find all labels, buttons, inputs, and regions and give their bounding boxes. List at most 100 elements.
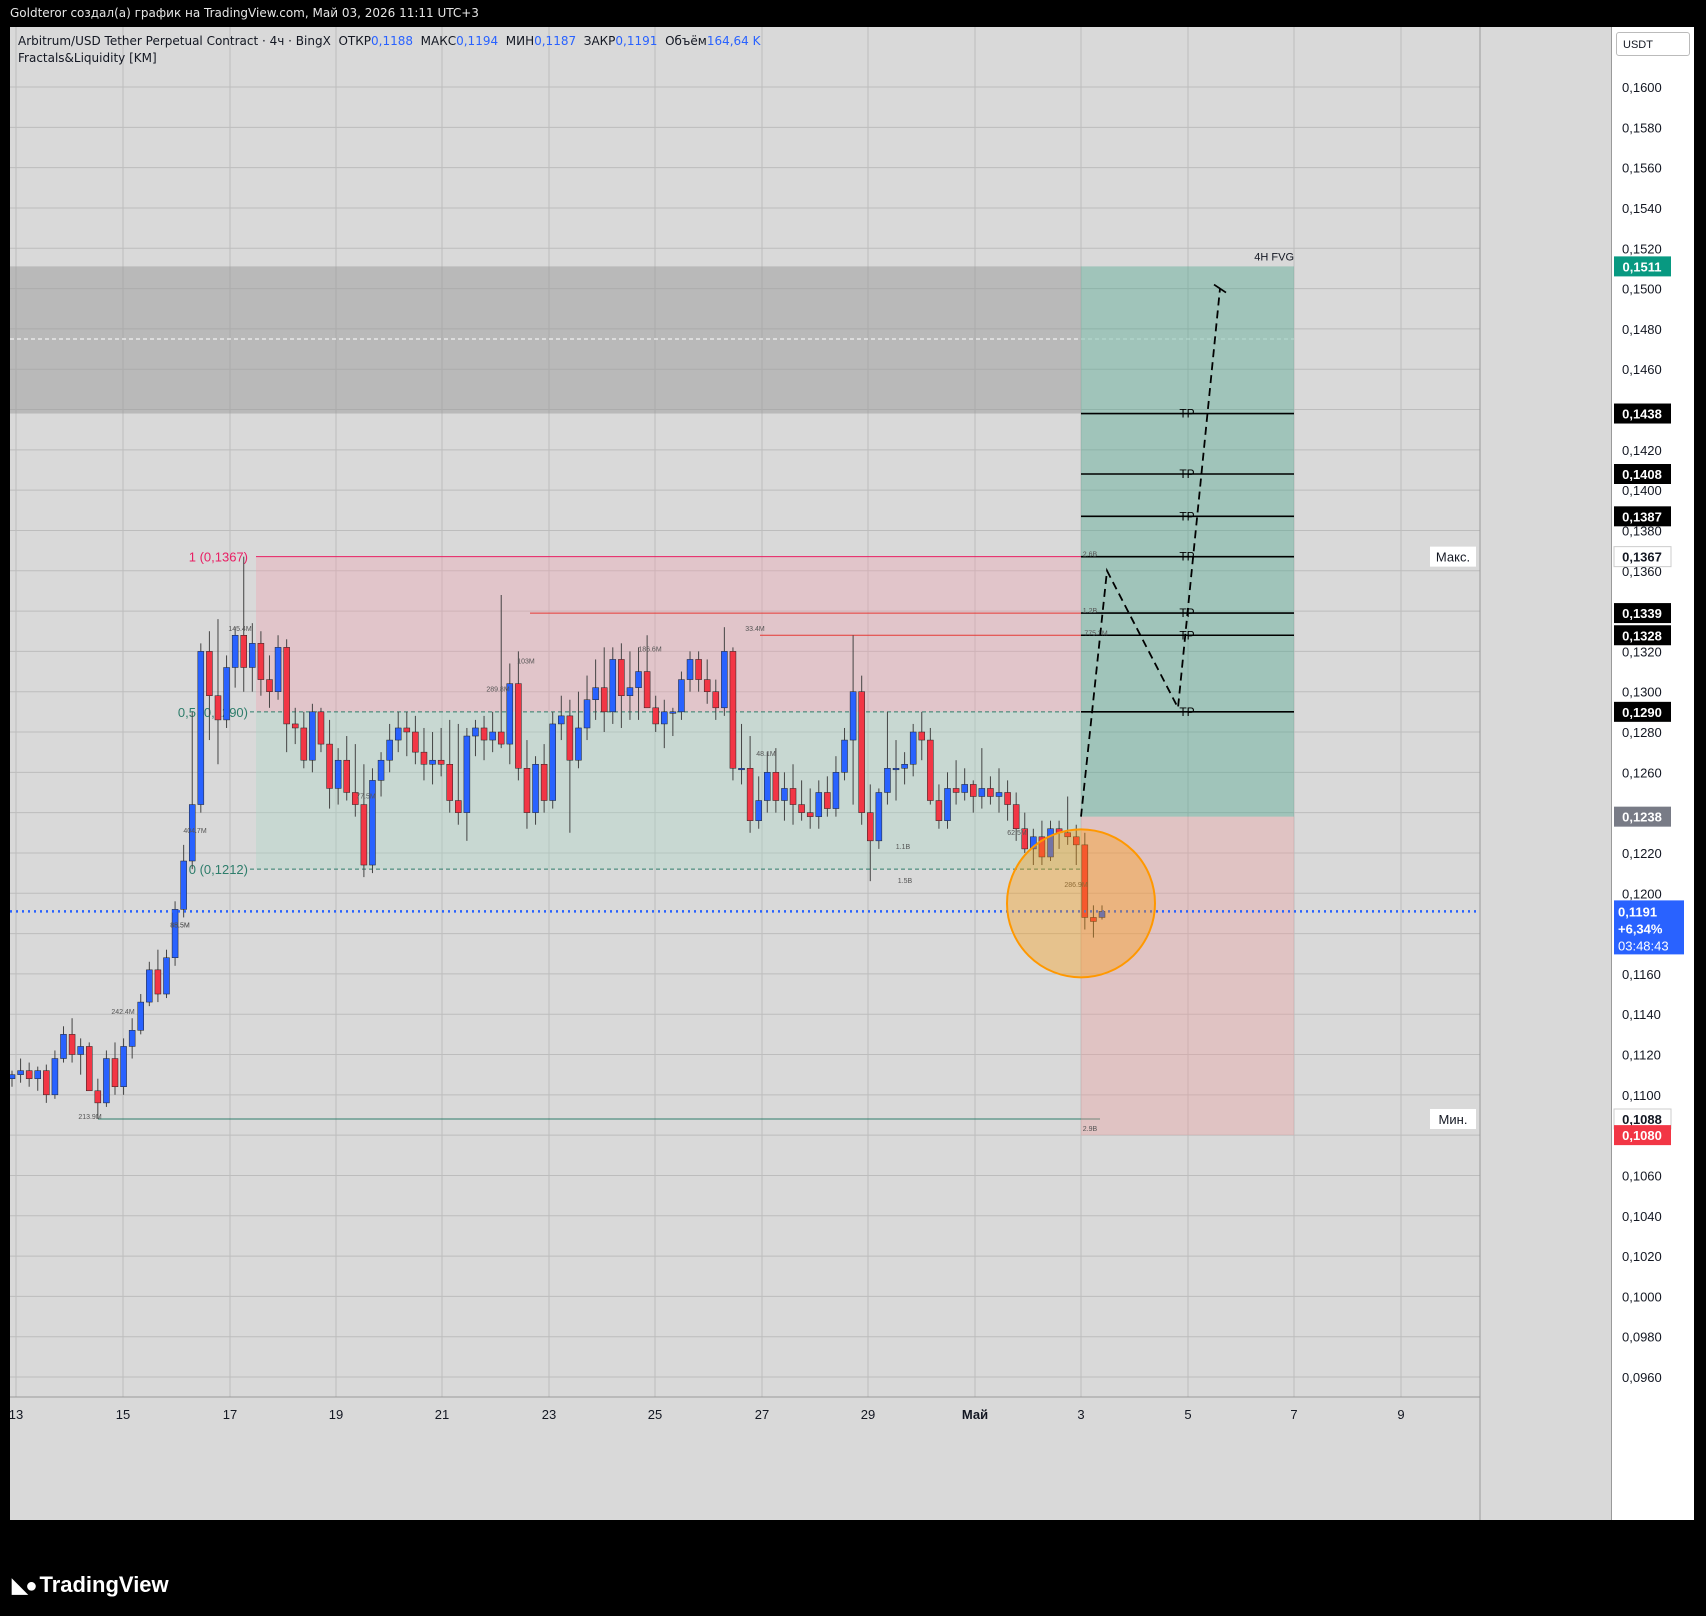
highlight-circle [1006,828,1156,979]
tradingview-logo-text: TradingView [39,1572,169,1597]
time-tick-label: 21 [435,1407,449,1422]
candle-body [317,711,325,745]
fib-label: 0 (0,1212) [189,862,248,877]
price-axis[interactable]: 0,1600 0,1580 0,1560 0,1540 0,1520 0,1500 0,14… [1611,27,1694,1520]
candle-body [360,804,368,866]
price-tick-label: 0,1400 [1622,483,1662,498]
candle-body [94,1090,102,1104]
candle-body [815,792,823,817]
tradingview-logo[interactable]: ◣● TradingView [12,1572,169,1598]
candle-body [51,1058,59,1096]
candle-body [463,735,471,813]
price-tick-label: 0,1480 [1622,322,1662,337]
low-label: МИН [505,34,535,48]
candle-body [446,764,453,801]
price-tick-label: 0,1460 [1622,362,1662,377]
volume-label: 242.4M [111,1009,135,1016]
candle-body [626,687,634,696]
volume-label: 404.7M [183,828,207,835]
price-tag-label: 0,1408 [1622,467,1662,482]
price-tick-label: 0,1020 [1622,1249,1662,1264]
price-tick-label: 0,1520 [1622,241,1662,256]
volume-label: 2.6B [1083,552,1098,559]
candle-body [918,731,926,741]
chart-caption: Goldteror создал(а) график на TradingVie… [10,6,479,20]
candle-body [154,969,162,995]
candle-body [824,792,831,809]
candle-body [867,812,874,842]
indicator-name[interactable]: Fractals&Liquidity [KM] [18,51,157,65]
candle-body [197,651,205,805]
candle-body [472,727,479,737]
time-tick-label: 13 [10,1407,23,1422]
chart-area[interactable]: 4H FVG 1 (0,1367) 0,5 (0,1290) 0 (0,1212) TP… [10,27,1611,1520]
price-tick-label: 0,1500 [1622,282,1662,297]
candle-body [884,768,891,793]
time-tick-label: 19 [329,1407,343,1422]
candle-body [480,727,488,741]
candle-body [892,768,900,771]
candle-body [10,1074,16,1079]
candle-body [575,727,582,761]
candle-body [291,723,299,729]
candle-body [944,788,951,821]
candle-body [858,691,865,813]
fib-upper-zone [256,556,1081,712]
candle-body [128,1030,136,1047]
candle-body [231,635,239,668]
candle-body [206,651,213,696]
high-value: 0,1194 [456,34,499,48]
price-tick-label: 0,1540 [1622,201,1662,216]
price-tick-label: 0,1320 [1622,644,1662,659]
fvg-zone [10,266,1081,414]
candle-body [927,739,934,801]
candle-body [789,788,797,805]
candle-body [901,764,908,769]
candle-body [266,679,273,692]
candle-body [635,671,642,688]
tp-label: TP [1179,467,1194,481]
price-tick-label: 0,1200 [1622,886,1662,901]
bar-countdown: 03:48:43 [1618,938,1669,953]
candle-body [618,659,625,696]
candle-body [832,772,840,809]
candle-body [497,731,505,745]
candle-body [309,711,316,761]
time-tick-label: 3 [1077,1407,1084,1422]
candle-body [171,909,179,958]
price-tick-label: 0,1000 [1622,1289,1662,1304]
candle-body [455,800,462,813]
candle-body [540,764,548,801]
side-label: Мин. [1439,1112,1468,1127]
candle-body [703,679,711,692]
price-tag-label: 0,1387 [1622,509,1662,524]
price-tick-label: 0,1100 [1622,1088,1661,1103]
candle-body [25,1070,33,1079]
candle-body [798,804,805,813]
candle-body [420,751,428,765]
candle-body [643,671,651,709]
candle-body [240,635,247,668]
price-chart[interactable]: 4H FVG 1 (0,1367) 0,5 (0,1290) 0 (0,1212) TP… [10,27,1611,1520]
candle-body [609,659,617,713]
tp-label: TP [1179,628,1194,642]
volume-label: 88.5M [170,923,190,930]
fib-label: 0,5 (0,1290) [178,705,248,720]
candle-body [137,1001,144,1031]
price-tick-label: 0,0980 [1622,1330,1662,1345]
currency-button[interactable]: USDT [1616,32,1690,56]
candle-body [300,727,308,761]
time-tick-label: 29 [861,1407,875,1422]
price-tag-label: 0,1438 [1622,407,1662,422]
volume-label: 1.1B [896,844,911,851]
candle-body [661,711,668,725]
candle-body [695,659,702,680]
time-tick-label: 25 [648,1407,662,1422]
volume-label: 186.6M [638,646,662,653]
candle-body [77,1046,84,1055]
candle-body [377,759,385,781]
volume-label: Объём [665,34,707,48]
symbol-header: Arbitrum/USD Tether Perpetual Contract ·… [18,34,761,48]
candle-body [764,772,771,801]
price-tick-label: 0,1120 [1622,1048,1661,1063]
